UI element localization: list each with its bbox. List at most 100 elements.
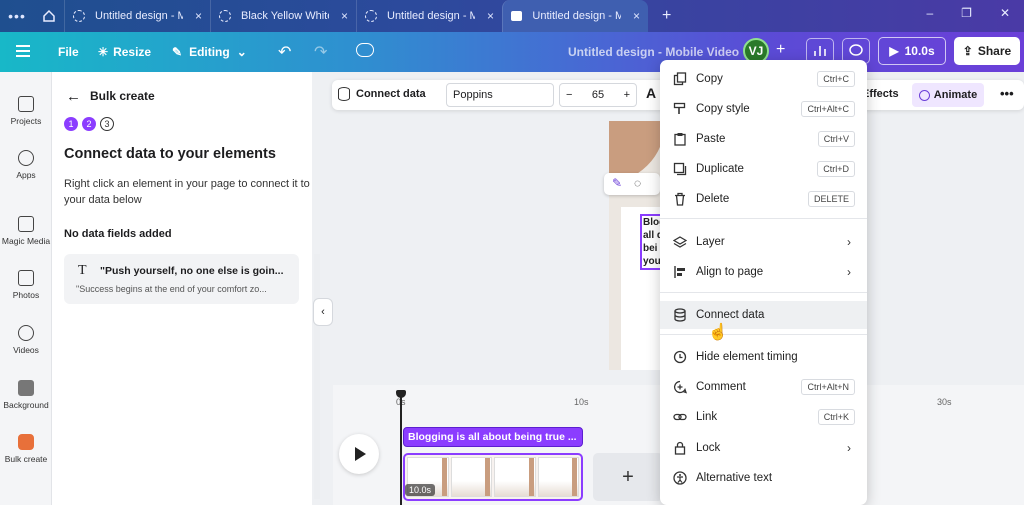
menu-label: Layer [696, 236, 725, 248]
videos-icon [18, 325, 34, 341]
play-preview-button[interactable]: ▶ 10.0s [878, 37, 946, 65]
rail-label: Projects [10, 116, 42, 126]
chevron-right-icon: › [847, 441, 851, 455]
font-size-stepper[interactable]: − 65 + [559, 83, 637, 107]
window-controls: – ❐ ✕ [926, 6, 1010, 20]
menu-label: Comment [696, 381, 746, 393]
tab-title: Untitled design - M... [387, 10, 475, 22]
menu-item-duplicate[interactable]: Duplicate Ctrl+D [660, 155, 867, 183]
folder-icon [18, 96, 34, 112]
menu-item-delete[interactable]: Delete DELETE [660, 185, 867, 213]
link-icon [673, 413, 687, 421]
close-tab-icon[interactable]: × [633, 9, 640, 23]
menu-divider [660, 334, 867, 335]
menu-label: Paste [696, 133, 726, 145]
rail-item-projects[interactable]: Projects [0, 96, 52, 126]
browser-tab-active[interactable]: Untitled design - M... × [502, 0, 648, 32]
timeline-play-button[interactable] [339, 434, 379, 474]
design-page[interactable]: “ Blogg all d bei you [609, 121, 663, 370]
new-tab-button[interactable]: + [662, 7, 671, 25]
database-icon [338, 87, 350, 101]
redo-icon[interactable]: ↷ [314, 42, 327, 62]
cloud-sync-icon[interactable] [356, 43, 374, 57]
rail-item-photos[interactable]: Photos [0, 270, 52, 300]
browser-tab[interactable]: Untitled design - M... × [356, 0, 502, 32]
editing-mode-dropdown[interactable]: ✎ Editing ⌄ [172, 45, 247, 59]
close-window-icon[interactable]: ✕ [1000, 6, 1010, 20]
decrease-size-button[interactable]: − [566, 89, 572, 101]
panel-description: Right click an element in your page to c… [64, 178, 310, 206]
browser-tab[interactable]: Black Yellow White... × [210, 0, 356, 32]
file-menu-button[interactable]: File [58, 45, 79, 59]
resize-button[interactable]: ✳ Resize [98, 45, 151, 59]
panel-scrollbar[interactable] [314, 254, 320, 499]
font-size-value[interactable]: 65 [592, 89, 604, 101]
menu-item-comment[interactable]: Comment Ctrl+Alt+N [660, 373, 867, 401]
loading-icon [365, 10, 377, 22]
magic-edit-icon[interactable]: ✎ [612, 176, 622, 190]
comment-icon[interactable]: ◌ [634, 176, 641, 190]
text-color-button[interactable]: A [646, 85, 656, 101]
trash-icon [675, 192, 685, 206]
hand-cursor-icon: ☝ [708, 324, 728, 341]
menu-label: Copy style [696, 103, 750, 115]
effects-button[interactable]: Effects [862, 88, 899, 100]
menu-item-link[interactable]: Link Ctrl+K [660, 403, 867, 431]
rail-item-videos[interactable]: Videos [0, 325, 52, 355]
rail-item-apps[interactable]: Apps [0, 150, 52, 180]
font-dropdown[interactable]: Poppins [446, 83, 554, 107]
menu-label: Copy [696, 73, 723, 85]
minimize-icon[interactable]: – [926, 6, 933, 20]
rail-item-bulk-create[interactable]: Bulk create [0, 434, 52, 464]
menu-item-paste[interactable]: Paste Ctrl+V [660, 125, 867, 153]
tab-title: Black Yellow White... [241, 10, 329, 22]
data-preview-card[interactable]: T "Push yourself, no one else is goin...… [64, 254, 299, 304]
pencil-icon: ✎ [172, 45, 183, 59]
increase-size-button[interactable]: + [624, 89, 630, 101]
close-tab-icon[interactable]: × [195, 9, 202, 23]
close-tab-icon[interactable]: × [487, 9, 494, 23]
browser-menu-icon[interactable]: ••• [0, 8, 34, 24]
home-icon[interactable] [34, 0, 64, 32]
shortcut-badge: DELETE [807, 191, 855, 207]
panel-title: Bulk create [90, 89, 155, 103]
share-button[interactable]: ⇪ Share [954, 37, 1020, 65]
video-icon [511, 11, 523, 21]
menu-item-copy[interactable]: Copy Ctrl+C [660, 65, 867, 93]
text-track-clip[interactable]: Blogging is all about being true ... [403, 427, 583, 447]
apps-grid-icon [18, 150, 34, 166]
loading-icon [219, 10, 231, 22]
more-options-icon[interactable]: ••• [1000, 86, 1014, 101]
connect-data-button[interactable]: Connect data [338, 87, 426, 101]
undo-icon[interactable]: ↶ [278, 42, 291, 62]
menu-item-lock[interactable]: Lock › [660, 434, 867, 462]
maximize-icon[interactable]: ❐ [961, 6, 972, 20]
add-collaborator-icon[interactable]: + [776, 41, 785, 59]
rail-label: Background [3, 400, 49, 410]
menu-item-connect-data[interactable]: Connect data [660, 301, 867, 329]
menu-item-hide-element-timing[interactable]: Hide element timing [660, 343, 867, 371]
collapse-panel-button[interactable]: ‹ [313, 298, 333, 326]
back-arrow-icon[interactable]: ← [66, 88, 81, 105]
lock-icon [674, 441, 686, 455]
animate-button[interactable]: Animate [912, 83, 984, 107]
browser-tab[interactable]: Untitled design - M... × [64, 0, 210, 32]
menu-item-layer[interactable]: Layer › [660, 228, 867, 256]
menu-item-copy-style[interactable]: Copy style Ctrl+Alt+C [660, 95, 867, 123]
clipboard-icon [674, 133, 686, 146]
rail-label: Bulk create [4, 454, 48, 464]
accessibility-icon [673, 471, 687, 485]
playhead[interactable] [396, 390, 406, 505]
chevron-right-icon: › [847, 265, 851, 279]
design-title[interactable]: Untitled design - Mobile Video [568, 45, 739, 59]
play-duration: 10.0s [904, 44, 935, 58]
clip-thumbnail [537, 457, 579, 497]
close-tab-icon[interactable]: × [341, 9, 348, 23]
menu-item-alternative-text[interactable]: Alternative text [660, 464, 867, 492]
hamburger-menu-icon[interactable] [16, 45, 30, 60]
rail-item-magic-media[interactable]: Magic Media [0, 216, 52, 246]
add-page-button[interactable]: + [593, 453, 663, 501]
browser-tab-bar: ••• Untitled design - M... × Black Yello… [0, 0, 1024, 32]
menu-item-align-to-page[interactable]: Align to page › [660, 258, 867, 286]
rail-item-background[interactable]: Background [0, 380, 52, 410]
